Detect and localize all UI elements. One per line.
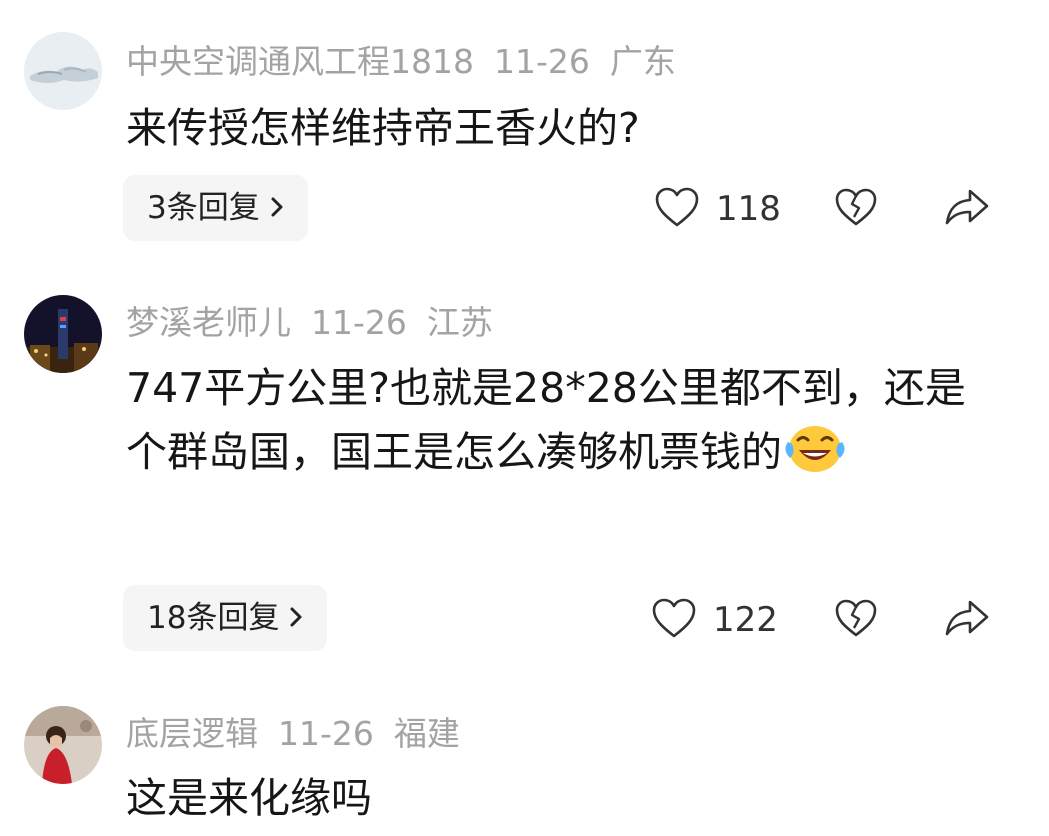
comment-text: 这是来化缘吗 (126, 774, 372, 822)
comment-date: 11-26 (311, 303, 407, 342)
like-button[interactable]: 118 (654, 186, 781, 232)
view-replies-button[interactable]: 18条回复 (123, 585, 328, 651)
broken-heart-icon (834, 598, 878, 642)
share-button[interactable] (944, 187, 990, 231)
heart-outline-icon (654, 186, 700, 232)
like-count: 118 (716, 189, 781, 229)
view-replies-button[interactable]: 3条回复 (123, 175, 308, 241)
comment-meta: 中央空调通风工程1818 11-26 广东 (126, 42, 676, 82)
broken-heart-icon (834, 187, 878, 231)
comment-location: 广东 (609, 42, 676, 81)
chevron-right-icon (270, 175, 284, 241)
share-arrow-icon (944, 187, 990, 231)
comment-location: 江苏 (426, 303, 493, 342)
share-button[interactable] (944, 598, 990, 642)
chevron-right-icon (289, 585, 303, 651)
replies-label: 3条回复 (147, 190, 260, 226)
heart-outline-icon (651, 597, 697, 643)
comment-location: 福建 (393, 714, 460, 753)
laughing-tears-emoji (784, 424, 846, 474)
comment-date: 11-26 (493, 42, 590, 81)
user-avatar[interactable] (24, 295, 102, 373)
comment-text: 来传授怎样维持帝王香火的? (126, 104, 640, 152)
like-button[interactable]: 122 (651, 597, 778, 643)
username[interactable]: 中央空调通风工程1818 (126, 42, 474, 81)
comment-text: 747平方公里?也就是28*28公里都不到，还是个群岛国，国王是怎么凑够机票钱的 (126, 356, 976, 484)
user-avatar[interactable] (24, 706, 102, 784)
username[interactable]: 底层逻辑 (126, 714, 258, 753)
comment-meta: 梦溪老师儿 11-26 江苏 (126, 303, 493, 343)
comment-date: 11-26 (278, 714, 374, 753)
replies-label: 18条回复 (147, 600, 280, 636)
username[interactable]: 梦溪老师儿 (126, 303, 291, 342)
like-count: 122 (713, 600, 778, 640)
share-arrow-icon (944, 598, 990, 642)
dislike-button[interactable] (834, 598, 878, 642)
comment-meta: 底层逻辑 11-26 福建 (126, 714, 460, 754)
dislike-button[interactable] (834, 187, 878, 231)
user-avatar[interactable] (24, 32, 102, 110)
